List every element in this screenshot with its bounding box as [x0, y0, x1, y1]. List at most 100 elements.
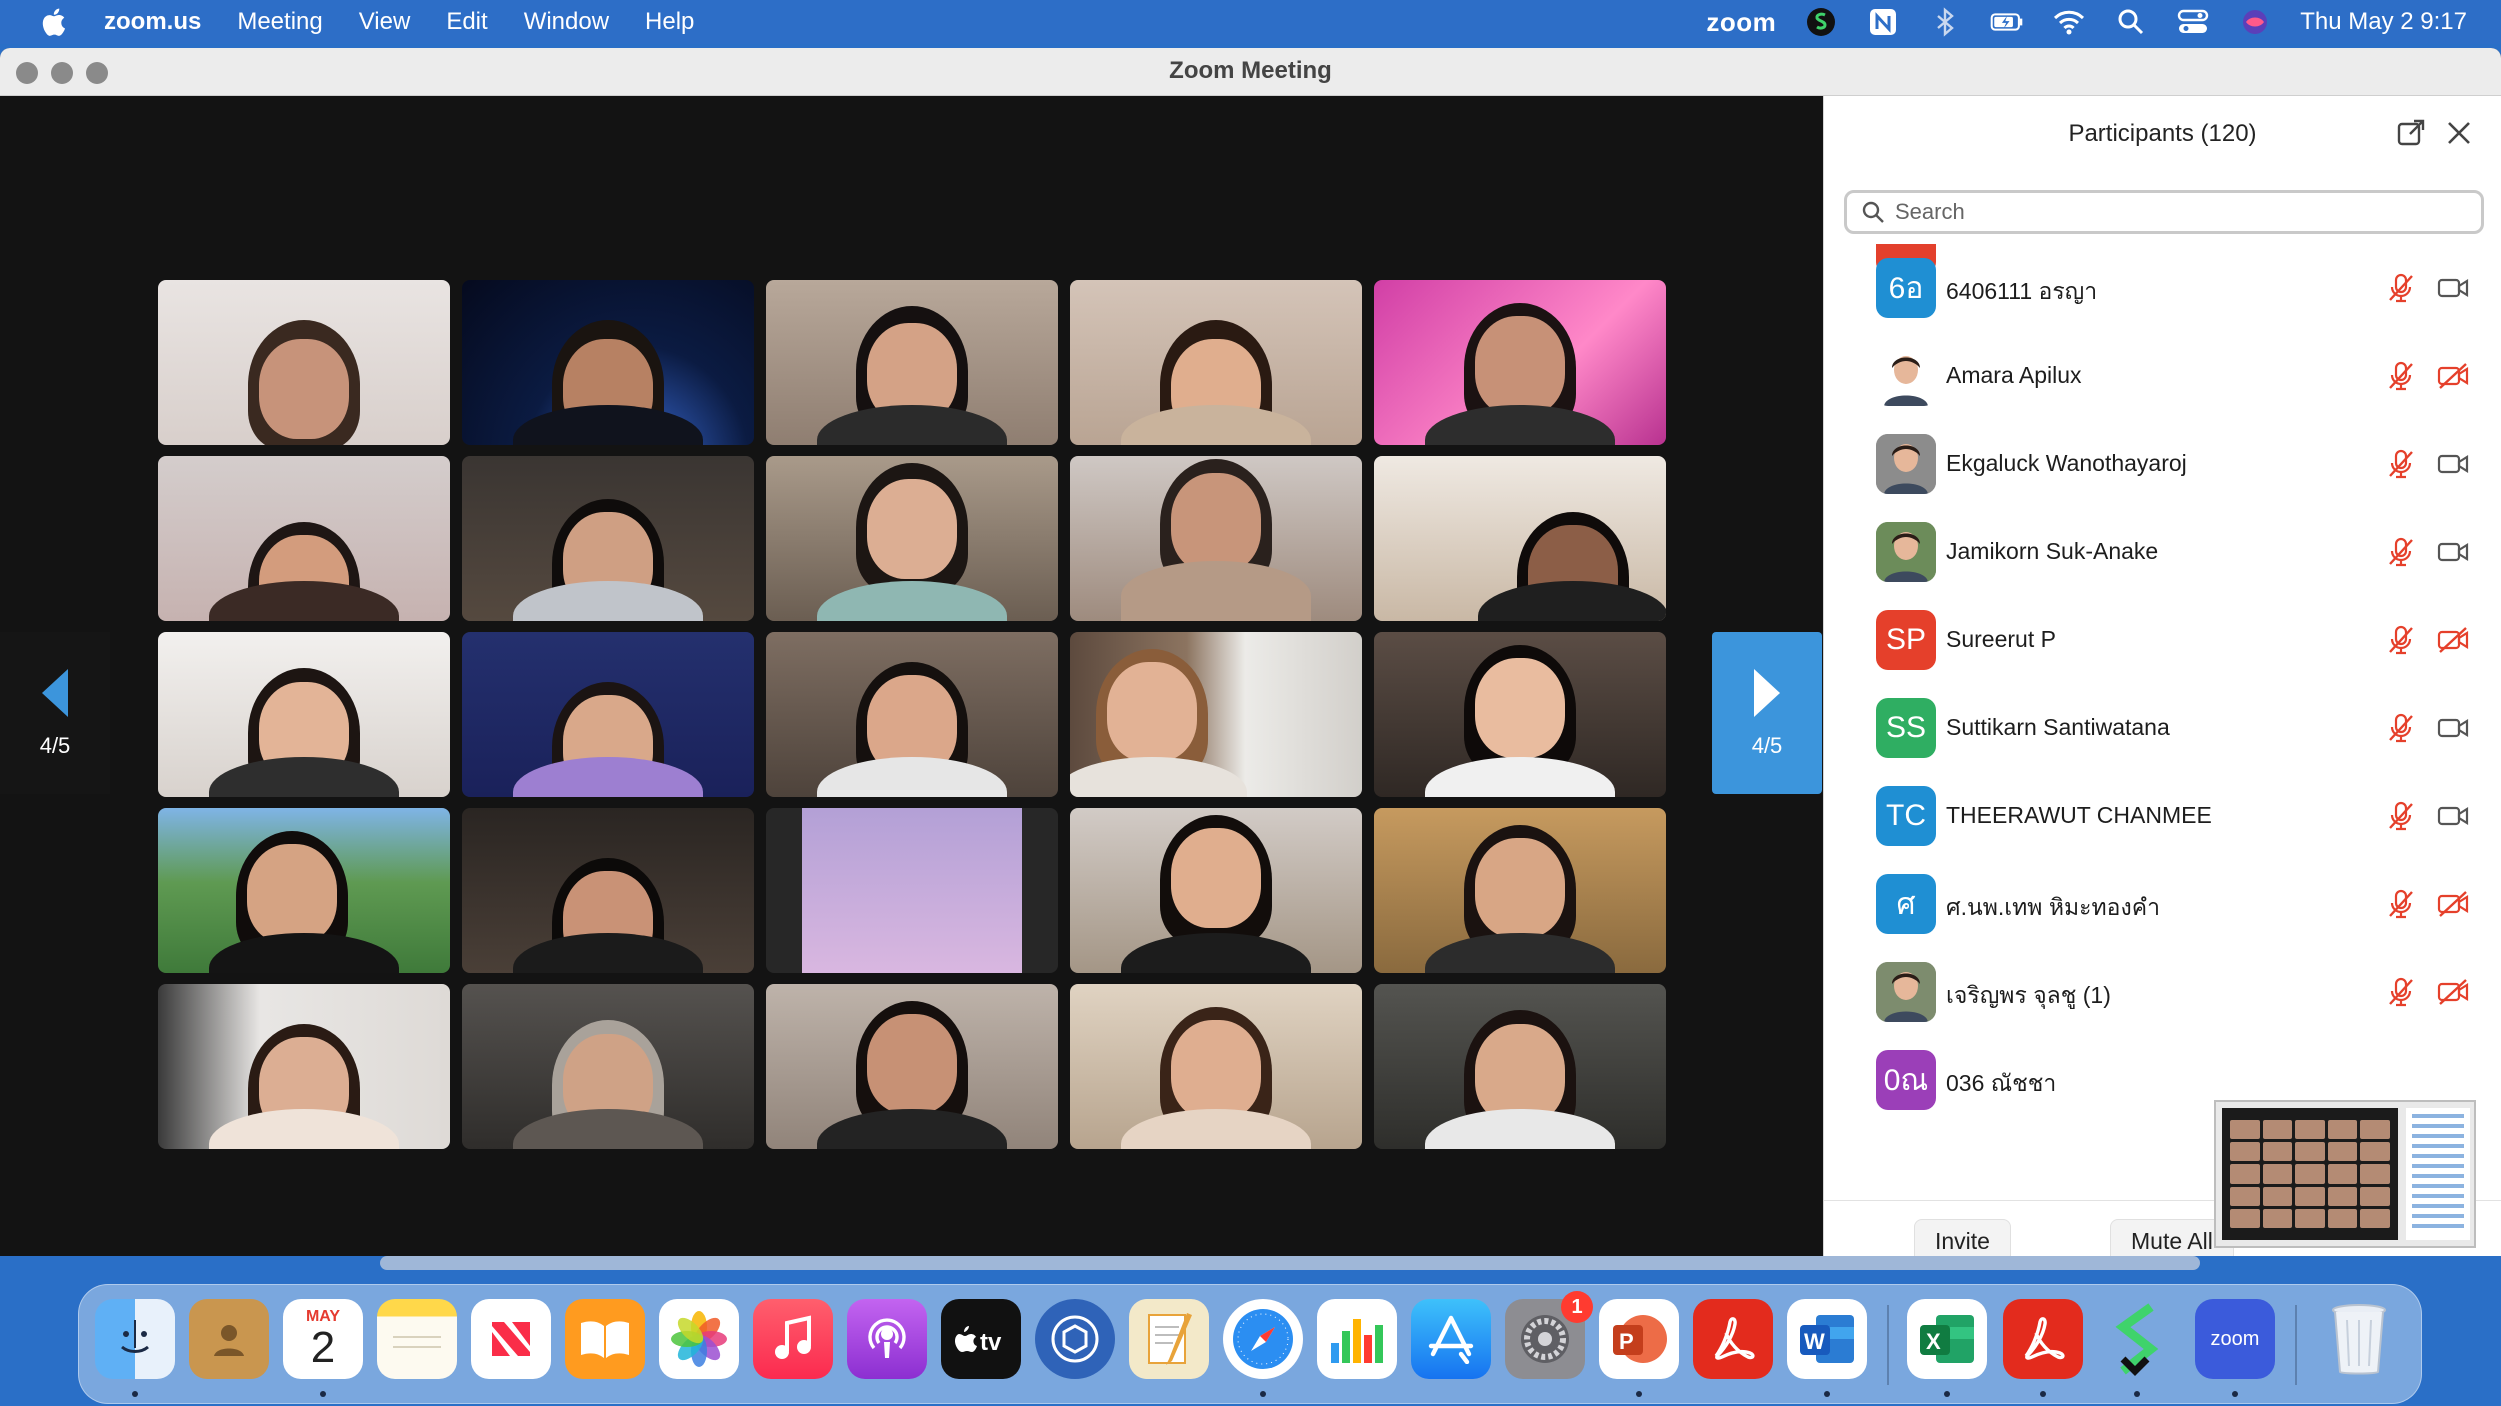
- participant-row[interactable]: Amara Apilux: [1824, 332, 2501, 420]
- acrobat-icon-2[interactable]: [2003, 1299, 2083, 1379]
- video-off-icon[interactable]: [2436, 362, 2470, 390]
- video-tile[interactable]: [462, 632, 754, 797]
- video-tile[interactable]: [1374, 456, 1666, 621]
- video-tile[interactable]: [1070, 984, 1362, 1149]
- video-tile[interactable]: [158, 456, 450, 621]
- acrobat-icon[interactable]: [1693, 1299, 1773, 1379]
- video-off-icon[interactable]: [2436, 890, 2470, 918]
- mic-muted-icon[interactable]: [2386, 888, 2416, 920]
- menubar-clock[interactable]: Thu May 2 9:17: [2300, 8, 2467, 36]
- siri-icon[interactable]: [2238, 7, 2272, 37]
- zoom-app-icon[interactable]: zoom: [2195, 1299, 2275, 1379]
- video-tile[interactable]: [1374, 632, 1666, 797]
- battery-icon[interactable]: [1990, 7, 2024, 37]
- video-on-icon[interactable]: [2436, 450, 2470, 478]
- participants-search[interactable]: [1844, 190, 2484, 234]
- participant-row[interactable]: TC THEERAWUT CHANMEE: [1824, 772, 2501, 860]
- video-tile[interactable]: [1070, 808, 1362, 973]
- video-on-icon[interactable]: [2436, 538, 2470, 566]
- notes-icon[interactable]: [377, 1299, 457, 1379]
- contacts-icon[interactable]: [189, 1299, 269, 1379]
- video-on-icon[interactable]: [2436, 714, 2470, 742]
- mic-muted-icon[interactable]: [2386, 272, 2416, 304]
- wifi-icon[interactable]: [2052, 7, 2086, 37]
- notion-icon[interactable]: [1866, 7, 1900, 37]
- participant-row[interactable]: เจริญพร จุลชู (1): [1824, 948, 2501, 1036]
- video-tile[interactable]: [158, 808, 450, 973]
- participant-row[interactable]: 6อ 6406111 อรญา: [1824, 244, 2501, 332]
- mic-muted-icon[interactable]: [2386, 712, 2416, 744]
- search-input[interactable]: [1895, 199, 2455, 225]
- green-s-dock-icon[interactable]: [2097, 1299, 2177, 1379]
- menu-app-name[interactable]: zoom.us: [104, 8, 201, 36]
- invite-button[interactable]: Invite: [1914, 1219, 2011, 1256]
- mic-muted-icon[interactable]: [2386, 536, 2416, 568]
- apple-tv-icon[interactable]: tv: [941, 1299, 1021, 1379]
- participant-row[interactable]: SS Suttikarn Santiwatana: [1824, 684, 2501, 772]
- previous-page-button[interactable]: 4/5: [0, 632, 110, 794]
- video-tile[interactable]: [1374, 808, 1666, 973]
- mic-muted-icon[interactable]: [2386, 624, 2416, 656]
- participant-row[interactable]: Ekgaluck Wanothayaroj: [1824, 420, 2501, 508]
- news-icon[interactable]: [471, 1299, 551, 1379]
- books-icon[interactable]: [565, 1299, 645, 1379]
- participant-row[interactable]: SP Sureerut P: [1824, 596, 2501, 684]
- close-icon[interactable]: [2444, 118, 2474, 148]
- video-tile[interactable]: [462, 280, 754, 445]
- app-store-icon[interactable]: [1411, 1299, 1491, 1379]
- video-on-icon[interactable]: [2436, 802, 2470, 830]
- music-icon[interactable]: [753, 1299, 833, 1379]
- photos-icon[interactable]: [659, 1299, 739, 1379]
- green-s-icon[interactable]: [1804, 7, 1838, 37]
- video-tile[interactable]: [158, 632, 450, 797]
- video-tile[interactable]: [1374, 984, 1666, 1149]
- participant-row[interactable]: Jamikorn Suk-Anake: [1824, 508, 2501, 596]
- video-tile[interactable]: [462, 984, 754, 1149]
- safari-icon[interactable]: [1223, 1299, 1303, 1379]
- screenshot-thumbnail[interactable]: [2214, 1100, 2476, 1248]
- calendar-icon[interactable]: MAY 2: [283, 1299, 363, 1379]
- video-tile[interactable]: [158, 280, 450, 445]
- numbers-icon[interactable]: [1317, 1299, 1397, 1379]
- menu-help[interactable]: Help: [645, 8, 694, 36]
- trash-icon[interactable]: [2319, 1299, 2399, 1379]
- mic-muted-icon[interactable]: [2386, 448, 2416, 480]
- menu-view[interactable]: View: [359, 8, 411, 36]
- video-tile[interactable]: [766, 808, 1058, 973]
- mic-muted-icon[interactable]: [2386, 976, 2416, 1008]
- menu-edit[interactable]: Edit: [446, 8, 487, 36]
- podcasts-icon[interactable]: [847, 1299, 927, 1379]
- word-icon[interactable]: W: [1787, 1299, 1867, 1379]
- pages-icon[interactable]: [1129, 1299, 1209, 1379]
- powerpoint-icon[interactable]: P: [1599, 1299, 1679, 1379]
- video-tile[interactable]: [766, 632, 1058, 797]
- horizontal-scrollbar[interactable]: [380, 1256, 2200, 1270]
- finder-icon[interactable]: [95, 1299, 175, 1379]
- video-tile[interactable]: [766, 280, 1058, 445]
- video-tile[interactable]: [1070, 456, 1362, 621]
- excel-icon[interactable]: X: [1907, 1299, 1987, 1379]
- video-tile[interactable]: [158, 984, 450, 1149]
- system-settings-icon[interactable]: 1: [1505, 1291, 1593, 1379]
- video-off-icon[interactable]: [2436, 626, 2470, 654]
- video-off-icon[interactable]: [2436, 978, 2470, 1006]
- video-tile[interactable]: [766, 456, 1058, 621]
- spotlight-search-icon[interactable]: [2114, 7, 2148, 37]
- popout-icon[interactable]: [2396, 118, 2426, 148]
- menu-window[interactable]: Window: [524, 8, 609, 36]
- video-tile[interactable]: [462, 456, 754, 621]
- control-center-icon[interactable]: [2176, 7, 2210, 37]
- mic-muted-icon[interactable]: [2386, 800, 2416, 832]
- video-tile[interactable]: [1374, 280, 1666, 445]
- box-app-icon[interactable]: [1035, 1299, 1115, 1379]
- video-tile[interactable]: [1070, 632, 1362, 797]
- zoom-status-item[interactable]: zoom: [1706, 7, 1776, 38]
- video-tile[interactable]: [1070, 280, 1362, 445]
- bluetooth-icon[interactable]: [1928, 7, 1962, 37]
- video-tile[interactable]: [766, 984, 1058, 1149]
- participant-row[interactable]: ศ ศ.นพ.เทพ หิมะทองคำ: [1824, 860, 2501, 948]
- video-tile[interactable]: [462, 808, 754, 973]
- mic-muted-icon[interactable]: [2386, 360, 2416, 392]
- next-page-button[interactable]: 4/5: [1712, 632, 1822, 794]
- video-on-icon[interactable]: [2436, 274, 2470, 302]
